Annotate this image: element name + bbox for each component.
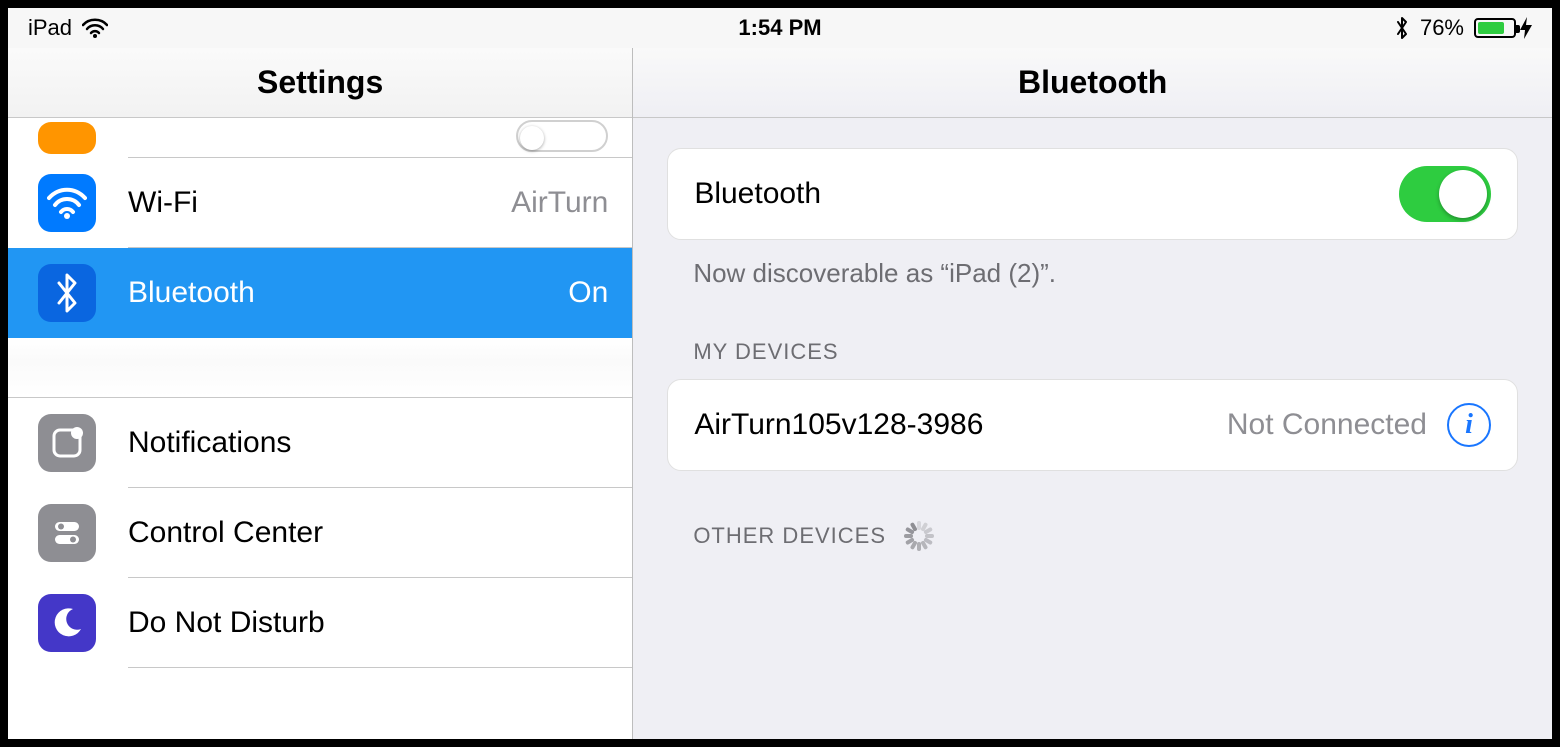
clock: 1:54 PM [738,15,821,41]
sidebar-item-label: Do Not Disturb [128,606,616,640]
sidebar-item-notifications[interactable]: Notifications [8,398,632,488]
bluetooth-status-icon [1394,16,1410,40]
settings-sidebar: Settings [8,48,633,739]
moon-icon [38,594,96,652]
device-name: AirTurn105v128-3986 [694,408,1227,442]
charging-bolt-icon [1520,17,1532,39]
discoverable-note: Now discoverable as “iPad (2)”. [667,240,1518,289]
battery-icon [1474,17,1532,39]
wifi-icon [82,18,108,38]
settings-title: Settings [8,48,632,118]
sidebar-item-wifi[interactable]: Wi-Fi AirTurn [8,158,632,248]
notifications-icon [38,414,96,472]
info-icon[interactable]: i [1447,403,1491,447]
my-devices-header: MY DEVICES [667,289,1518,379]
sidebar-item-airplane-mode[interactable] [8,118,632,158]
device-row[interactable]: AirTurn105v128-3986 Not Connected i [668,380,1517,470]
spinner-icon [904,521,934,551]
carrier-label: iPad [28,15,72,41]
bluetooth-icon [38,264,96,322]
device-status: Not Connected [1227,408,1427,442]
airplane-icon [38,122,96,154]
control-center-icon [38,504,96,562]
sidebar-item-label: Notifications [128,426,616,460]
detail-pane: Bluetooth Bluetooth Now discoverable as … [633,48,1552,739]
sidebar-item-label: Control Center [128,516,616,550]
other-devices-header: OTHER DEVICES [667,471,1518,565]
airplane-toggle[interactable] [516,124,608,152]
sidebar-item-bluetooth[interactable]: Bluetooth On [8,248,632,338]
sidebar-item-value: On [568,276,616,310]
sidebar-item-value: AirTurn [511,186,616,220]
detail-title: Bluetooth [633,48,1552,118]
battery-percent: 76% [1420,15,1464,41]
bluetooth-toggle-card: Bluetooth [667,148,1518,240]
status-bar: iPad 1:54 PM 76% [8,8,1552,48]
bluetooth-toggle-label: Bluetooth [694,177,1399,211]
sidebar-item-control-center[interactable]: Control Center [8,488,632,578]
wifi-icon [38,174,96,232]
sidebar-item-label: Wi-Fi [128,186,511,220]
device-frame: iPad 1:54 PM 76% [8,8,1552,739]
sidebar-item-label: Bluetooth [128,276,568,310]
bluetooth-toggle[interactable] [1399,166,1491,222]
sidebar-item-do-not-disturb[interactable]: Do Not Disturb [8,578,632,668]
my-devices-card: AirTurn105v128-3986 Not Connected i [667,379,1518,471]
section-divider [8,338,632,398]
